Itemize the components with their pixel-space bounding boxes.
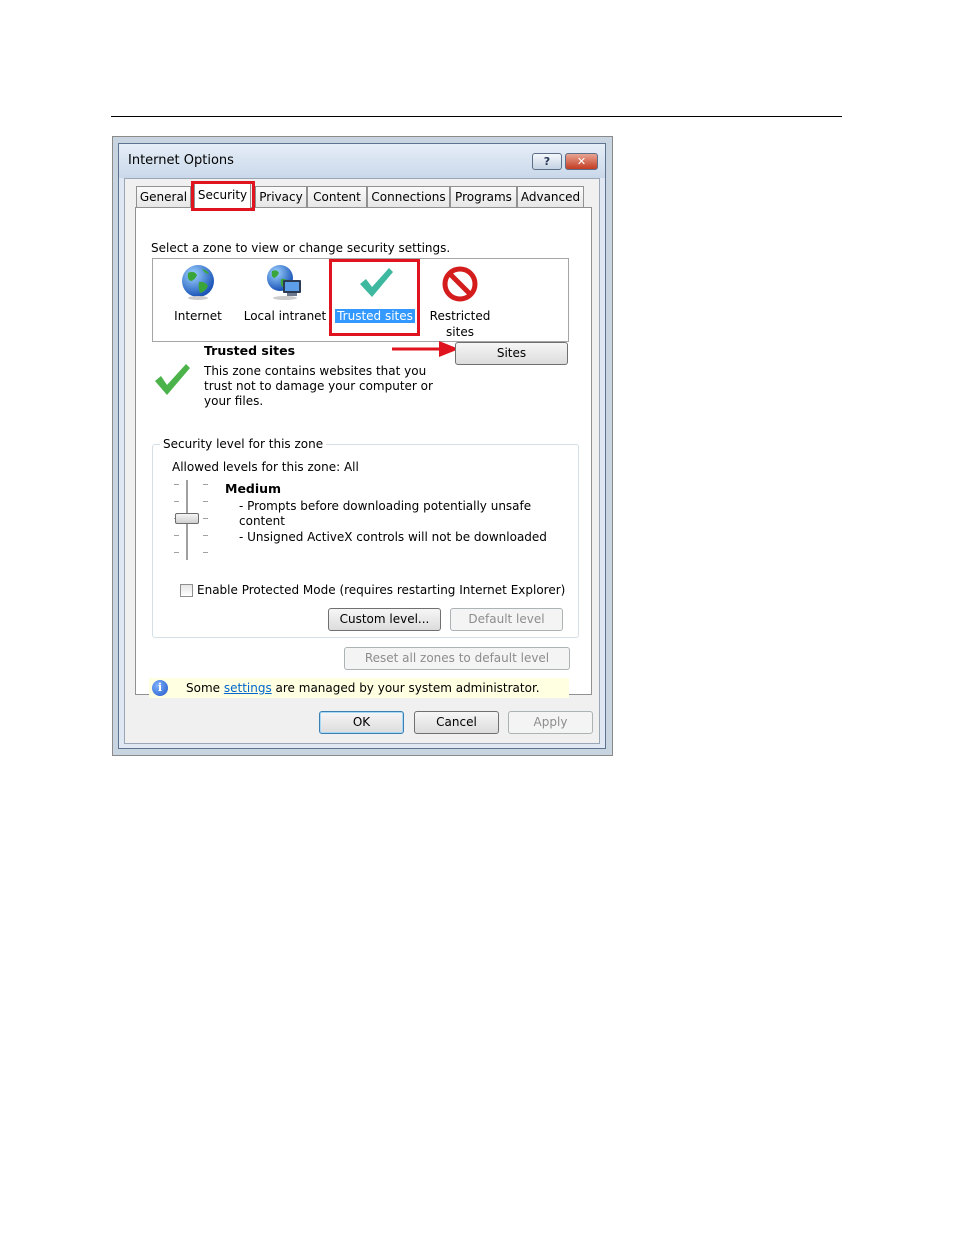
zone-restricted-sites-label-2: sites xyxy=(446,325,474,339)
selected-zone-desc-1: This zone contains websites that you xyxy=(204,364,427,378)
tab-content[interactable]: Content xyxy=(307,186,367,207)
slider-tick xyxy=(203,518,208,519)
tab-programs[interactable]: Programs xyxy=(450,186,517,207)
tab-highlight-box xyxy=(191,181,255,211)
admin-info-bar: i Some settings are managed by your syst… xyxy=(149,678,569,698)
slider-tick xyxy=(174,535,179,536)
tab-general[interactable]: General xyxy=(136,186,191,207)
security-level-slider[interactable] xyxy=(166,478,216,562)
window-title: Internet Options xyxy=(128,153,234,168)
selected-zone-desc-3: your files. xyxy=(204,394,264,408)
prohibited-icon xyxy=(442,266,478,302)
internet-options-window: Internet Options ? ✕ General Security Pr… xyxy=(118,143,606,749)
dialog-client: General Security Privacy Content Connect… xyxy=(124,178,600,744)
protected-mode-label: Enable Protected Mode (requires restarti… xyxy=(197,583,566,597)
close-button[interactable]: ✕ xyxy=(565,153,598,170)
admin-info-prefix: Some xyxy=(186,681,224,695)
title-bar[interactable]: Internet Options ? ✕ xyxy=(119,144,605,178)
protected-mode-checkbox[interactable] xyxy=(180,584,193,597)
ok-button[interactable]: OK xyxy=(319,711,404,734)
selected-zone-desc-2: trust not to damage your computer or xyxy=(204,379,433,393)
level-bullet-2: - Unsigned ActiveX controls will not be … xyxy=(239,530,547,544)
security-level-name: Medium xyxy=(225,481,282,496)
sites-button[interactable]: Sites xyxy=(455,342,568,365)
security-panel: Select a zone to view or change security… xyxy=(135,207,592,698)
cancel-button[interactable]: Cancel xyxy=(414,711,499,734)
zone-restricted-sites-label-1: Restricted xyxy=(429,309,491,323)
allowed-levels-label: Allowed levels for this zone: All xyxy=(172,460,359,474)
slider-tick xyxy=(174,501,179,502)
slider-tick xyxy=(203,535,208,536)
zone-local-intranet[interactable]: Local intranet xyxy=(243,263,327,333)
slider-tick xyxy=(174,484,179,485)
zone-internet[interactable]: Internet xyxy=(173,263,223,333)
level-bullet-1-line-1: - Prompts before downloading potentially… xyxy=(239,499,532,513)
admin-info-text: Some settings are managed by your system… xyxy=(186,681,540,695)
slider-tick xyxy=(203,501,208,502)
default-level-button[interactable]: Default level xyxy=(450,608,563,631)
slider-thumb[interactable] xyxy=(175,513,199,524)
zone-prompt: Select a zone to view or change security… xyxy=(151,241,451,255)
trusted-check-icon xyxy=(155,364,190,395)
zone-list: Internet Local intranet Trusted sites Re… xyxy=(152,258,569,342)
page-rule xyxy=(111,116,842,117)
globe-icon xyxy=(182,265,214,300)
tab-advanced[interactable]: Advanced xyxy=(517,186,584,207)
red-arrow-icon xyxy=(392,341,459,357)
apply-button[interactable]: Apply xyxy=(508,711,593,734)
custom-level-button[interactable]: Custom level... xyxy=(328,608,441,631)
reset-all-zones-button[interactable]: Reset all zones to default level xyxy=(344,647,570,670)
zone-internet-label: Internet xyxy=(174,309,222,323)
level-bullet-1-line-2: content xyxy=(239,514,285,528)
zone-restricted-sites[interactable]: Restricted sites xyxy=(425,263,495,339)
trusted-zone-highlight-box xyxy=(329,259,420,336)
intranet-icon xyxy=(267,265,301,300)
slider-tick xyxy=(203,484,208,485)
selected-zone-title: Trusted sites xyxy=(204,343,296,358)
settings-link[interactable]: settings xyxy=(224,681,272,695)
help-button[interactable]: ? xyxy=(532,153,562,170)
zone-local-intranet-label: Local intranet xyxy=(243,309,327,323)
info-icon: i xyxy=(152,680,168,696)
slider-tick xyxy=(174,552,179,553)
security-level-legend: Security level for this zone xyxy=(160,437,327,451)
tab-privacy[interactable]: Privacy xyxy=(255,186,307,207)
tab-connections[interactable]: Connections xyxy=(367,186,450,207)
slider-tick xyxy=(203,552,208,553)
admin-info-suffix: are managed by your system administrator… xyxy=(271,681,540,695)
